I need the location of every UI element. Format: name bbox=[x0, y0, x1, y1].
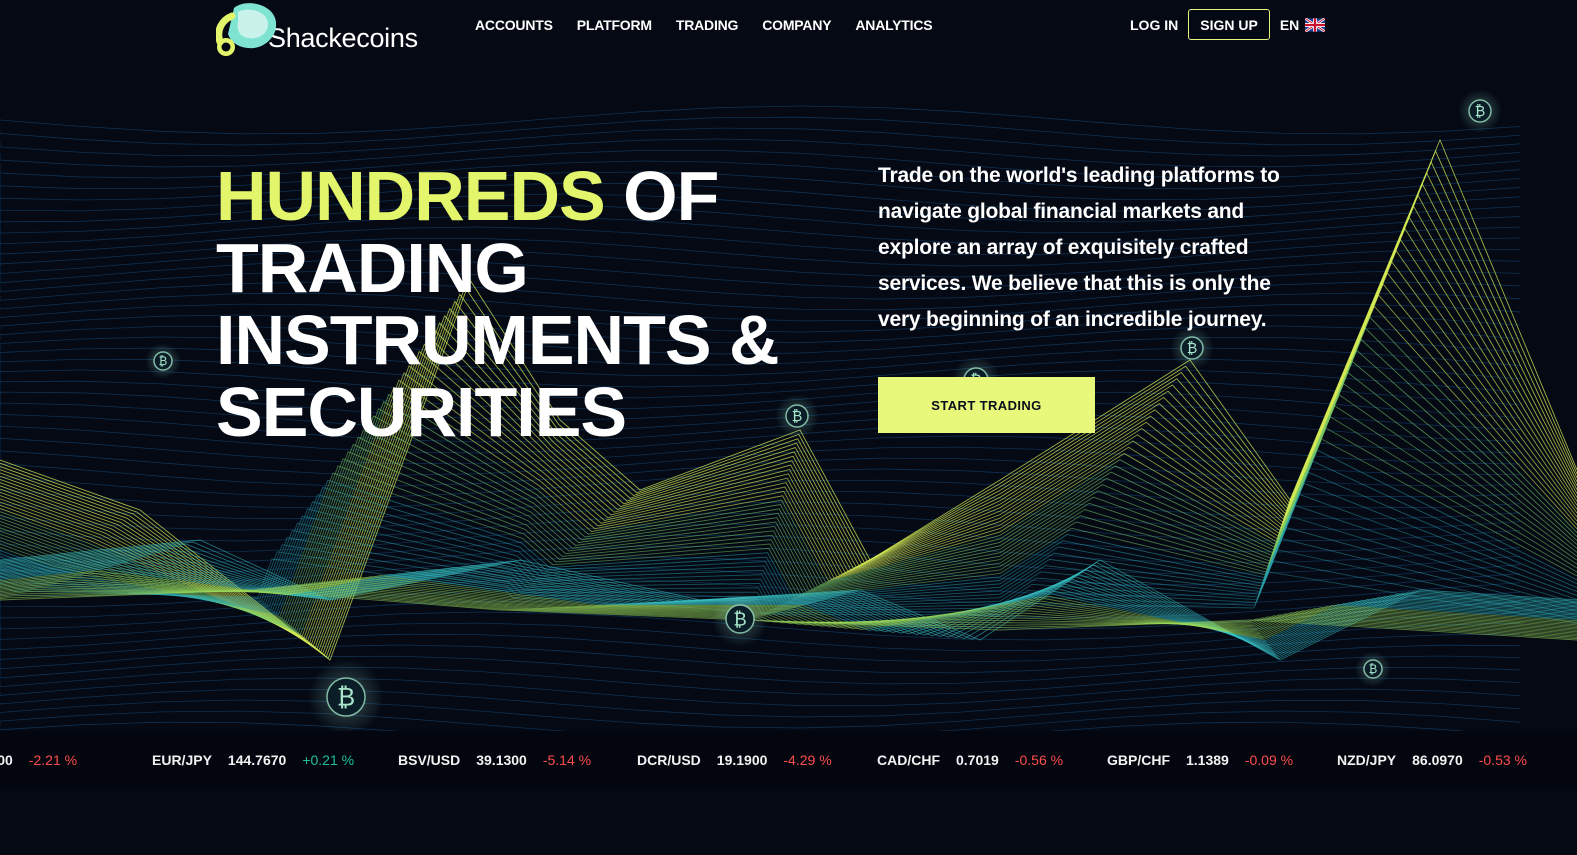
bitcoin-coin-icon: ₿ bbox=[1355, 651, 1391, 687]
ticker-price: 1.1389 bbox=[1186, 752, 1229, 768]
ticker-item[interactable]: EUR/JPY 144.7670 +0.21 % bbox=[152, 752, 354, 768]
language-selector[interactable]: EN bbox=[1279, 16, 1326, 33]
grid-line bbox=[0, 446, 1521, 476]
svg-text:₿: ₿ bbox=[1475, 104, 1486, 120]
ticker-item[interactable]: BSV/USD 39.1300 -5.14 % bbox=[398, 752, 591, 768]
bitcoin-coin-icon: ₿ bbox=[775, 394, 819, 438]
nav-item-platform[interactable]: PLATFORM bbox=[577, 17, 652, 33]
ticker-change: -2.21 % bbox=[28, 752, 78, 768]
svg-text:₿: ₿ bbox=[337, 683, 355, 712]
svg-text:₿: ₿ bbox=[733, 609, 746, 630]
grid-line bbox=[0, 666, 1521, 696]
ticker-price: 0.5200 bbox=[0, 752, 13, 768]
ticker-change: -0.53 % bbox=[1478, 752, 1527, 768]
nav-item-accounts[interactable]: ACCOUNTS bbox=[475, 17, 553, 33]
bitcoin-coin-icon: ₿ bbox=[1458, 89, 1502, 133]
svg-text:₿: ₿ bbox=[1369, 662, 1378, 676]
ticker-change: -5.14 % bbox=[542, 752, 592, 768]
signup-button[interactable]: SIGN UP bbox=[1188, 9, 1270, 40]
auth-nav: LOG IN SIGN UP EN bbox=[1130, 9, 1326, 40]
main-nav: ACCOUNTS PLATFORM TRADING COMPANY ANALYT… bbox=[475, 17, 956, 33]
ticker-price: 144.7670 bbox=[227, 752, 287, 768]
ticker-change: +0.21 % bbox=[302, 752, 355, 768]
svg-text:₿: ₿ bbox=[792, 409, 803, 425]
grid-line bbox=[0, 688, 1521, 718]
ticker-price: 39.1300 bbox=[476, 752, 527, 768]
logo-mark-icon bbox=[216, 3, 276, 56]
ticker-symbol: BSV/USD bbox=[398, 752, 461, 768]
hero-headline: HUNDREDS OF TRADING INSTRUMENTS & SECURI… bbox=[216, 157, 780, 451]
start-trading-button[interactable]: START TRADING bbox=[878, 377, 1095, 433]
nav-item-analytics[interactable]: ANALYTICS bbox=[855, 17, 932, 33]
ticker-symbol: EUR/JPY bbox=[152, 752, 212, 768]
login-link[interactable]: LOG IN bbox=[1130, 17, 1178, 33]
grid-line bbox=[0, 105, 1521, 135]
ticker-symbol: DCR/USD bbox=[637, 752, 701, 768]
ticker-item[interactable]: DCR/USD 19.1900 -4.29 % bbox=[637, 752, 832, 768]
headline-line-4: SECURITIES bbox=[216, 373, 627, 451]
ticker-item[interactable]: 0.5200 -2.21 % bbox=[0, 752, 77, 768]
svg-text:₿: ₿ bbox=[1187, 341, 1198, 357]
nav-item-trading[interactable]: TRADING bbox=[676, 17, 739, 33]
headline-line-3: INSTRUMENTS & bbox=[216, 301, 780, 379]
bitcoin-coin-icon: ₿ bbox=[712, 591, 768, 647]
ticker-change: -4.29 % bbox=[783, 752, 832, 768]
ticker-symbol: GBP/CHF bbox=[1107, 752, 1170, 768]
ticker-change: -0.56 % bbox=[1014, 752, 1064, 768]
headline-line-1-rest: OF bbox=[623, 157, 719, 235]
grid-line bbox=[0, 116, 1521, 146]
bitcoin-coin-icon: ₿ bbox=[145, 343, 181, 379]
price-ticker: 0.5200 -2.21 % EUR/JPY 144.7670 +0.21 % … bbox=[0, 731, 1577, 789]
ticker-change: -0.09 % bbox=[1244, 752, 1294, 768]
uk-flag-icon bbox=[1305, 17, 1326, 32]
ticker-price: 0.7019 bbox=[956, 752, 999, 768]
ticker-symbol: CAD/CHF bbox=[877, 752, 940, 768]
ticker-item[interactable]: NZD/JPY 86.0970 -0.53 % bbox=[1337, 752, 1527, 768]
svg-text:₿: ₿ bbox=[159, 354, 168, 368]
brand-name: Shackecoins bbox=[268, 23, 418, 53]
grid-line bbox=[0, 644, 1521, 674]
ticker-price: 19.1900 bbox=[716, 752, 768, 768]
hero-description: Trade on the world's leading platforms t… bbox=[878, 164, 1280, 331]
nav-item-company[interactable]: COMPANY bbox=[762, 17, 831, 33]
headline-line-2: TRADING bbox=[216, 229, 529, 307]
ticker-item[interactable]: CAD/CHF 0.7019 -0.56 % bbox=[877, 752, 1063, 768]
language-code: EN bbox=[1279, 16, 1300, 33]
brand-logo[interactable]: Shackecoins bbox=[216, 0, 418, 60]
headline-highlight: HUNDREDS bbox=[216, 157, 606, 235]
ticker-item[interactable]: GBP/CHF 1.1389 -0.09 % bbox=[1107, 752, 1293, 768]
bitcoin-coin-icon: ₿ bbox=[308, 659, 384, 735]
ticker-symbol: NZD/JPY bbox=[1337, 752, 1397, 768]
ticker-price: 86.0970 bbox=[1412, 752, 1463, 768]
